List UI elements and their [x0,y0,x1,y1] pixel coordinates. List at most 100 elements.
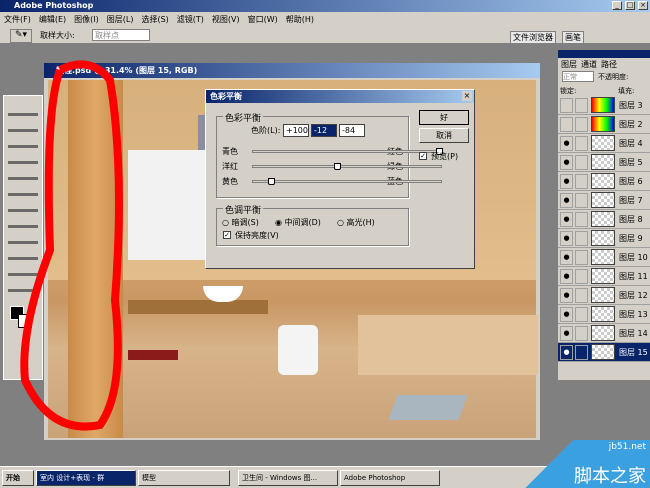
preserve-luminosity-label: 保持亮度(V) [235,231,279,240]
tab-layers[interactable]: 图层 [561,59,577,70]
start-button[interactable]: 开始 [2,470,34,486]
layer-row[interactable]: ● 图层 9 [558,229,650,248]
visibility-eye-icon[interactable]: ● [560,249,573,265]
maximize-button[interactable]: □ [625,1,635,10]
layer-name: 图层 8 [619,214,643,224]
task-photoshop[interactable]: Adobe Photoshop [340,470,440,486]
layer-row[interactable]: ● 图层 5 [558,153,650,172]
layer-row[interactable]: ● 图层 4 [558,134,650,153]
visibility-eye-icon[interactable]: ● [560,211,573,227]
visibility-eye-icon[interactable]: ● [560,154,573,170]
visibility-eye-icon[interactable]: ● [560,135,573,151]
visibility-eye-icon[interactable] [560,116,573,132]
link-icon[interactable] [575,249,588,265]
link-icon[interactable] [575,135,588,151]
layer-thumbnail [591,192,615,208]
radio-highlights-label: 高光(H) [346,218,375,227]
layer-name: 图层 4 [619,138,643,148]
close-button[interactable]: × [638,1,648,10]
layer-row[interactable]: ● 图层 13 [558,305,650,324]
layer-row[interactable]: ● 图层 7 [558,191,650,210]
start-label: 开始 [6,474,20,482]
menu-help[interactable]: 帮助(H) [286,12,314,27]
layer-thumbnail [591,325,615,341]
visibility-eye-icon[interactable]: ● [560,268,573,284]
color-balance-group: 色彩平衡 色阶(L): +100 -12 -84 青色 红色 洋红 绿色 黄色 … [216,111,443,198]
level-magenta-green-input[interactable]: -12 [311,124,337,137]
menu-filter[interactable]: 滤镜(T) [177,12,204,27]
task-picture-viewer[interactable]: 卫生间 - Windows 图... [238,470,338,486]
menu-layer[interactable]: 图层(L) [107,12,134,27]
visibility-eye-icon[interactable]: ● [560,344,573,360]
preview-label: 预览(P) [431,152,459,161]
task-folder[interactable]: 模型 [138,470,230,486]
blend-mode-select[interactable]: 正常 [562,71,594,82]
visibility-eye-icon[interactable]: ● [560,325,573,341]
visibility-eye-icon[interactable]: ● [560,306,573,322]
preserve-luminosity-checkbox[interactable]: ✓ [223,231,231,239]
layer-thumbnail [591,287,615,303]
visibility-eye-icon[interactable]: ● [560,192,573,208]
layer-row[interactable]: ● 图层 10 [558,248,650,267]
radio-shadows[interactable]: ○ 暗调(S) [222,217,259,228]
layer-name: 图层 3 [619,100,643,110]
sample-size-select[interactable]: 取样点 [92,29,150,41]
menu-view[interactable]: 视图(V) [212,12,240,27]
visibility-eye-icon[interactable]: ● [560,287,573,303]
link-icon[interactable] [575,325,588,341]
menu-file[interactable]: 文件(F) [4,12,31,27]
bath-mat [388,395,468,420]
minimize-button[interactable]: _ [612,1,622,10]
preview-checkbox[interactable]: ✓ [419,152,427,160]
layer-row[interactable]: ● 图层 12 [558,286,650,305]
link-icon[interactable] [575,287,588,303]
radio-midtones[interactable]: ◉ 中间调(D) [275,217,321,228]
layer-row[interactable]: ● 图层 11 [558,267,650,286]
link-icon[interactable] [575,211,588,227]
visibility-eye-icon[interactable]: ● [560,230,573,246]
dialog-close-button[interactable]: × [462,91,472,101]
link-icon[interactable] [575,192,588,208]
watermark-site: jb51.net [608,442,646,452]
layer-thumbnail [591,306,615,322]
link-icon[interactable] [575,344,588,360]
layer-row[interactable]: ● 图层 6 [558,172,650,191]
tab-brushes[interactable]: 画笔 [562,31,584,44]
menu-select[interactable]: 选择(S) [141,12,168,27]
menu-image[interactable]: 图像(I) [74,12,99,27]
menu-window[interactable]: 窗口(W) [248,12,278,27]
radio-highlights[interactable]: ○ 高光(H) [337,217,375,228]
opacity-label: 不透明度: [598,73,629,81]
layer-row[interactable]: ● 图层 15 [558,343,650,362]
visibility-eye-icon[interactable] [560,97,573,113]
layer-row[interactable]: 图层 3 [558,96,650,115]
level-yellow-blue-input[interactable]: -84 [339,124,365,137]
layer-row[interactable]: ● 图层 14 [558,324,650,343]
radio-shadows-label: 暗调(S) [231,218,259,227]
link-icon[interactable] [575,230,588,246]
tab-paths[interactable]: 路径 [601,59,617,70]
link-icon[interactable] [575,268,588,284]
link-icon[interactable] [575,173,588,189]
magenta-green-slider[interactable] [252,163,442,170]
menu-edit[interactable]: 编辑(E) [39,12,66,27]
layer-row[interactable]: 图层 2 [558,115,650,134]
visibility-eye-icon[interactable]: ● [560,173,573,189]
task-chat[interactable]: 室内 设计+表现 - 群 [36,470,136,486]
yellow-blue-slider[interactable] [252,178,442,185]
tab-file-browser[interactable]: 文件浏览器 [510,31,556,44]
link-icon[interactable] [575,306,588,322]
slider-thumb[interactable] [267,178,275,185]
link-icon[interactable] [575,116,588,132]
cancel-button[interactable]: 取消 [419,128,469,143]
tab-channels[interactable]: 通道 [581,59,597,70]
level-cyan-red-input[interactable]: +100 [283,124,309,137]
link-icon[interactable] [575,154,588,170]
cyan-red-slider[interactable] [252,148,443,155]
link-icon[interactable] [575,97,588,113]
eyedropper-tool-icon[interactable]: ✎▾ [10,29,32,43]
layer-name: 图层 6 [619,176,643,186]
layer-row[interactable]: ● 图层 8 [558,210,650,229]
ok-button[interactable]: 好 [419,110,469,125]
slider-thumb[interactable] [333,163,341,170]
